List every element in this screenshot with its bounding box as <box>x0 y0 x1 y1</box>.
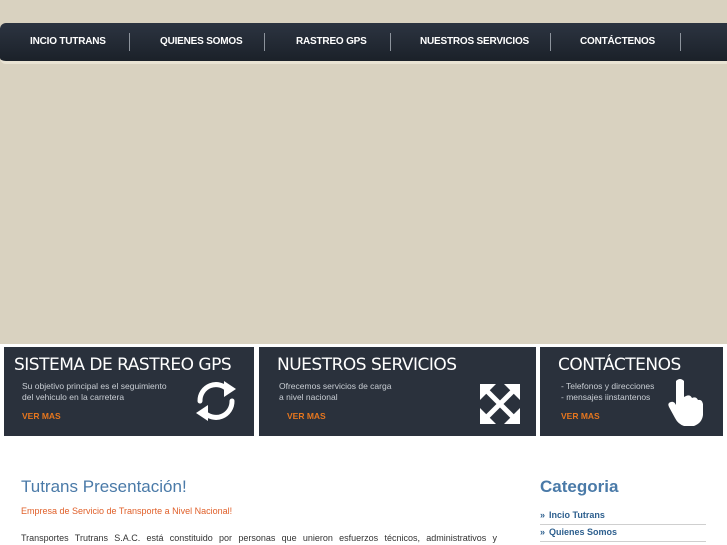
panel-title: SISTEMA DE RASTREO GPS <box>14 355 232 375</box>
nav-separator <box>550 33 551 51</box>
panel-rastreo-gps[interactable]: SISTEMA DE RASTREO GPS Su objetivo princ… <box>4 347 254 436</box>
nav-item-nuestros-servicios[interactable]: NUESTROS SERVICIOS <box>420 23 529 61</box>
panel-desc-line: a nivel nacional <box>279 392 338 402</box>
nav-item-contactenos[interactable]: CONTÁCTENOS <box>580 23 655 61</box>
content-title: Tutrans Presentación! <box>21 477 187 496</box>
nav-separator <box>264 33 265 51</box>
panel-desc-line: Ofrecemos servicios de carga <box>279 381 392 391</box>
panel-nuestros-servicios[interactable]: NUESTROS SERVICIOS Ofrecemos servicios d… <box>259 347 536 436</box>
nav-item-quienes-somos[interactable]: QUIENES SOMOS <box>160 23 243 61</box>
category-item[interactable]: » Incio Tutrans <box>540 508 706 525</box>
nav-separator <box>129 33 130 51</box>
hero-banner <box>0 66 727 344</box>
panel-contactenos[interactable]: CONTÁCTENOS - Telefonos y direcciones - … <box>540 347 723 436</box>
nav-separator <box>680 33 681 51</box>
ver-mas-link[interactable]: VER MAS <box>561 411 600 421</box>
category-link-quienes-somos[interactable]: Quienes Somos <box>549 527 617 537</box>
content-body: Transportes Trutrans S.A.C. está constit… <box>21 533 497 543</box>
panel-description: Su objetivo principal es el seguimiento … <box>22 381 192 403</box>
category-list: » Incio Tutrans » Quienes Somos <box>540 508 706 542</box>
panel-desc-line: Su objetivo principal es el seguimiento <box>22 381 167 391</box>
ver-mas-link[interactable]: VER MAS <box>287 411 326 421</box>
nav-item-inicio[interactable]: INCIO TUTRANS <box>30 23 106 61</box>
panel-description: Ofrecemos servicios de carga a nivel nac… <box>279 381 449 403</box>
expand-arrows-icon <box>480 384 520 424</box>
nav-separator <box>390 33 391 51</box>
double-chevron-icon: » <box>540 510 546 520</box>
category-link-inicio[interactable]: Incio Tutrans <box>549 510 605 520</box>
refresh-icon <box>196 381 236 421</box>
double-chevron-icon: » <box>540 527 546 537</box>
panel-desc-line: del vehiculo en la carretera <box>22 392 125 402</box>
panel-title: CONTÁCTENOS <box>558 355 681 375</box>
hand-pointer-icon <box>668 379 703 426</box>
sidebar-title: Categoria <box>540 477 619 496</box>
panel-title: NUESTROS SERVICIOS <box>277 355 457 375</box>
main-nav: INCIO TUTRANS QUIENES SOMOS RASTREO GPS … <box>0 23 727 64</box>
nav-item-rastreo-gps[interactable]: RASTREO GPS <box>296 23 367 61</box>
category-item[interactable]: » Quienes Somos <box>540 525 706 542</box>
ver-mas-link[interactable]: VER MAS <box>22 411 61 421</box>
content-subtitle: Empresa de Servicio de Transporte a Nive… <box>21 506 233 516</box>
